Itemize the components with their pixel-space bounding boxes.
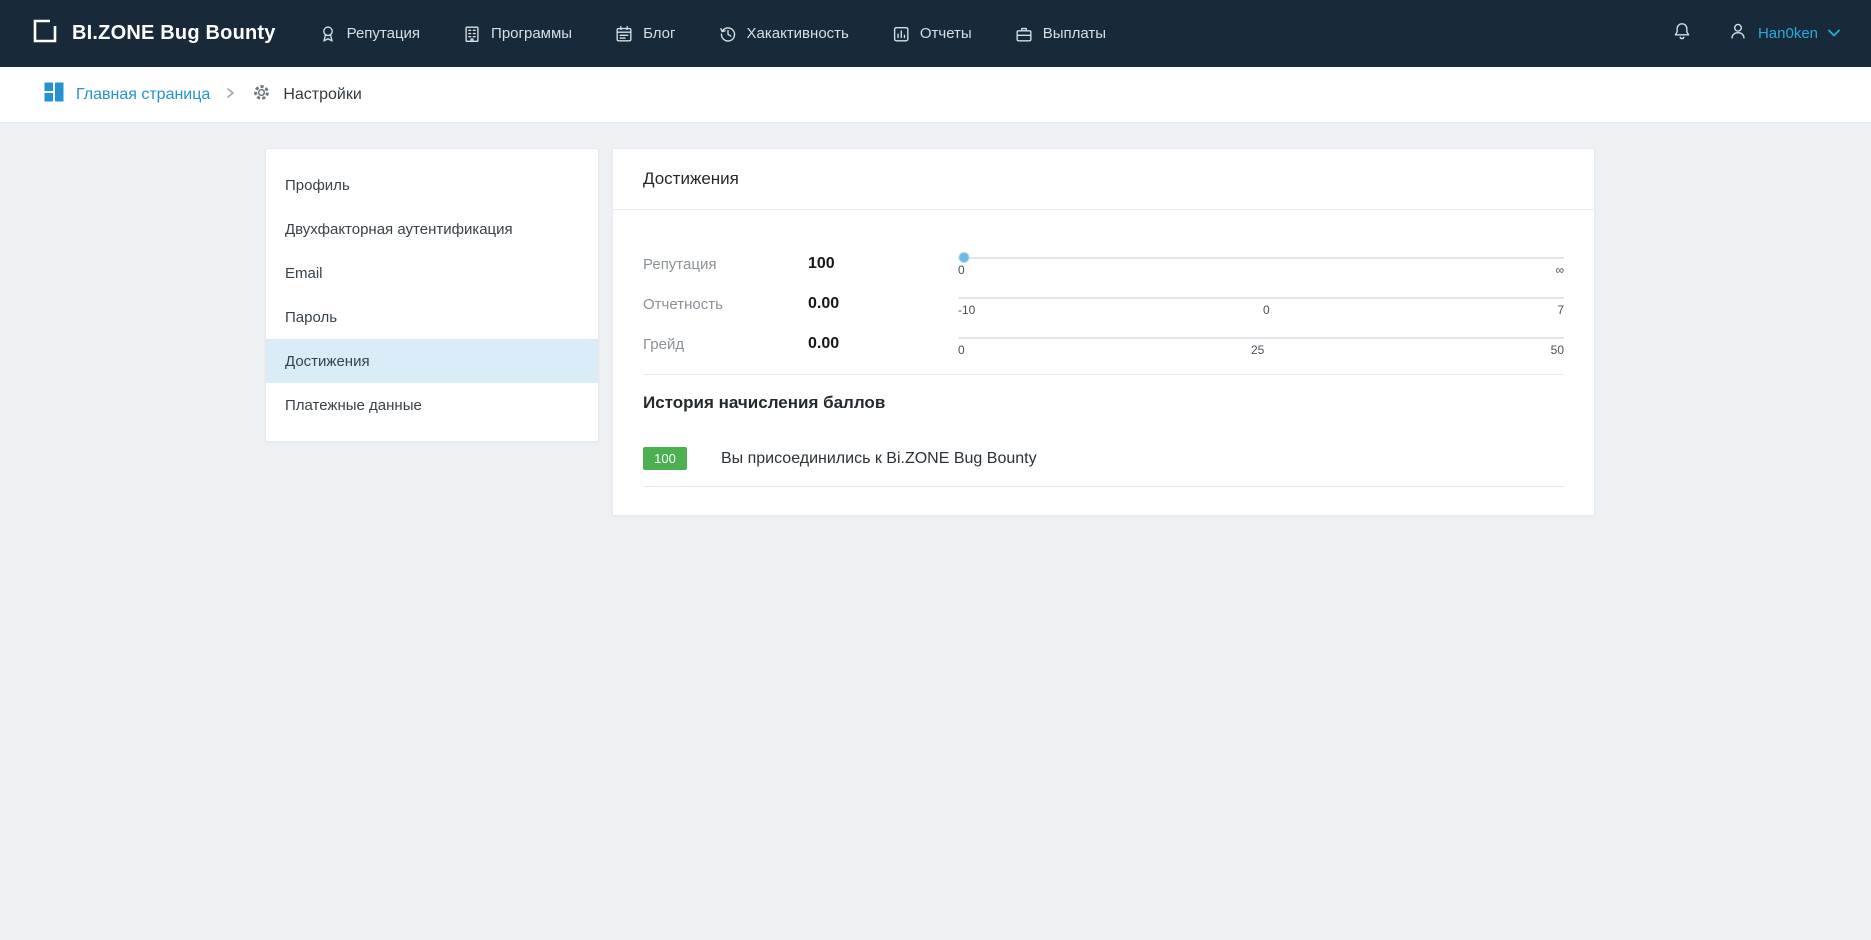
breadcrumb-home-link[interactable]: Главная страница — [43, 81, 210, 108]
metric-label: Отчетность — [643, 296, 808, 313]
hackactivity-icon — [718, 23, 738, 45]
settings-item-achievements[interactable]: Достижения — [266, 339, 598, 383]
reporting-slider[interactable]: -10 0 7 — [958, 292, 1564, 317]
reputation-slider[interactable]: 0 ∞ — [958, 252, 1564, 277]
scale-max: 7 — [1557, 303, 1564, 317]
slider-scale: 0 25 50 — [958, 343, 1564, 357]
breadcrumb-current-label: Настройки — [283, 86, 361, 104]
scale-min: 0 — [958, 343, 965, 357]
metric-value: 100 — [808, 255, 928, 273]
reports-icon — [891, 23, 911, 45]
settings-item-password[interactable]: Пароль — [266, 295, 598, 339]
achievements-title: Достижения — [613, 149, 1594, 210]
metric-row-reputation: Репутация 100 0 ∞ — [643, 246, 1564, 282]
user-menu[interactable]: Han0ken — [1727, 19, 1841, 48]
metric-row-grade: Грейд 0.00 0 25 50 — [643, 326, 1564, 362]
top-navigation-bar: BI.ZONE Bug Bounty Репутация Программы — [0, 0, 1871, 67]
nav-label: Выплаты — [1043, 25, 1106, 42]
settings-item-payment-data[interactable]: Платежные данные — [266, 383, 598, 427]
points-badge: 100 — [643, 447, 687, 470]
slider-track — [958, 337, 1564, 339]
points-history-section: История начисления баллов 100 Вы присоед… — [643, 374, 1564, 487]
app-title: BI.ZONE Bug Bounty — [72, 22, 276, 45]
notifications-bell-icon[interactable] — [1671, 19, 1693, 48]
app-logo[interactable]: BI.ZONE Bug Bounty — [30, 16, 276, 51]
nav-item-blog[interactable]: Блог — [614, 23, 675, 45]
scale-min: 0 — [958, 263, 965, 277]
slider-scale: 0 ∞ — [958, 263, 1564, 277]
blog-icon — [614, 23, 634, 45]
scale-mid: 0 — [1263, 303, 1270, 317]
payouts-icon — [1014, 23, 1034, 45]
metric-label: Репутация — [643, 256, 808, 273]
scale-mid: 25 — [1251, 343, 1264, 357]
reputation-icon — [318, 23, 338, 45]
settings-page: Профиль Двухфакторная аутентификация Ema… — [0, 123, 1871, 516]
nav-item-payouts[interactable]: Выплаты — [1014, 23, 1106, 45]
primary-nav: Репутация Программы Блог — [318, 23, 1106, 45]
topbar-right-cluster: Han0ken — [1671, 19, 1841, 48]
settings-item-2fa[interactable]: Двухфакторная аутентификация — [266, 207, 598, 251]
nav-item-reports[interactable]: Отчеты — [891, 23, 972, 45]
nav-item-reputation[interactable]: Репутация — [318, 23, 420, 45]
metric-value: 0.00 — [808, 295, 928, 313]
chevron-down-icon — [1827, 25, 1841, 43]
nav-label: Хакактивность — [747, 25, 849, 42]
history-item-text: Вы присоединились к Bi.ZONE Bug Bounty — [721, 450, 1037, 468]
nav-item-hackactivity[interactable]: Хакактивность — [718, 23, 849, 45]
metric-row-reporting: Отчетность 0.00 -10 0 7 — [643, 286, 1564, 322]
nav-label: Блог — [643, 25, 675, 42]
breadcrumb-home-label: Главная страница — [76, 86, 210, 104]
slider-track — [958, 297, 1564, 299]
nav-label: Программы — [491, 25, 572, 42]
metric-value: 0.00 — [808, 335, 928, 353]
history-item: 100 Вы присоединились к Bi.ZONE Bug Boun… — [643, 447, 1564, 487]
settings-item-profile[interactable]: Профиль — [266, 163, 598, 207]
achievements-metrics: Репутация 100 0 ∞ Отчетность 0.00 — [613, 210, 1594, 362]
nav-item-programs[interactable]: Программы — [462, 23, 572, 45]
points-history-title: История начисления баллов — [643, 393, 1564, 413]
gear-icon — [251, 82, 272, 108]
settings-menu: Профиль Двухфакторная аутентификация Ema… — [265, 148, 599, 442]
scale-min: -10 — [958, 303, 975, 317]
breadcrumb-separator-icon — [222, 86, 239, 103]
breadcrumb: Главная страница Настройки — [0, 67, 1871, 123]
programs-icon — [462, 23, 482, 45]
slider-scale: -10 0 7 — [958, 303, 1564, 317]
scale-max: ∞ — [1555, 263, 1564, 277]
slider-track — [958, 257, 1564, 259]
achievements-panel: Достижения Репутация 100 0 ∞ Отчетн — [612, 148, 1595, 516]
bizone-logo-icon — [30, 16, 60, 51]
breadcrumb-current: Настройки — [251, 82, 361, 108]
scale-max: 50 — [1551, 343, 1564, 357]
settings-item-email[interactable]: Email — [266, 251, 598, 295]
grade-slider[interactable]: 0 25 50 — [958, 332, 1564, 357]
nav-label: Репутация — [347, 25, 420, 42]
user-icon — [1727, 19, 1749, 48]
nav-label: Отчеты — [920, 25, 972, 42]
user-name: Han0ken — [1758, 25, 1818, 42]
slider-dot[interactable] — [959, 252, 970, 263]
dashboard-grid-icon — [43, 81, 65, 108]
metric-label: Грейд — [643, 336, 808, 353]
